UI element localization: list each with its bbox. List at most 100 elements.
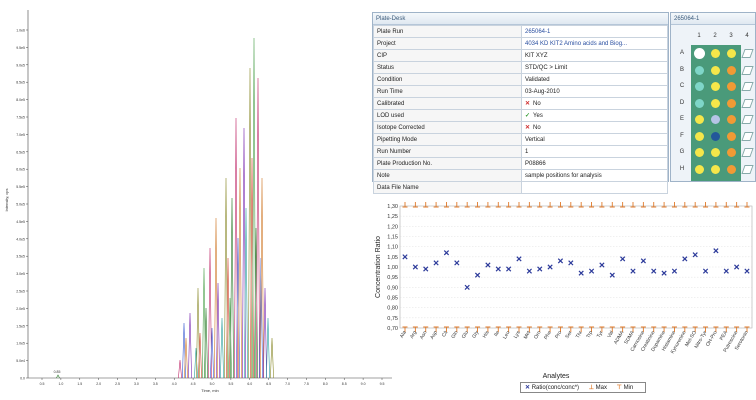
property-value: sample positions for analysis <box>521 169 668 182</box>
plate-property-row[interactable]: Plate Production No. P08866 <box>373 157 668 170</box>
property-value[interactable]: 265064-1 <box>521 25 668 38</box>
x-category-label: Ser <box>564 330 573 340</box>
plate-property-row[interactable]: Condition Validated <box>373 73 668 86</box>
plate-well[interactable] <box>711 98 720 108</box>
property-key: Run Time <box>373 85 522 98</box>
plate-property-row[interactable]: Data File Name <box>373 181 668 194</box>
plate-grid[interactable]: 1 2 3 4 A B C D E F G H <box>677 33 755 181</box>
x-tick-label: 6.0 <box>247 382 252 386</box>
x-category-label: Lys <box>513 330 522 340</box>
plate-well[interactable] <box>727 164 736 174</box>
plate-well-empty[interactable] <box>741 98 754 108</box>
chromatogram-peak <box>256 77 260 379</box>
plate-well[interactable] <box>711 131 720 141</box>
chromatogram-panel: 1.0e6 9.5e5 9.0e5 8.5e5 8.0e5 7.5e5 7.0e5 6.5e5… <box>0 0 395 400</box>
x-tick-label: 1.5 <box>77 382 82 386</box>
chromatogram-peak <box>202 267 206 379</box>
plate-well-empty[interactable] <box>741 131 754 141</box>
y-tick-label: 6.0e5 <box>16 168 25 172</box>
plate-map-title: 265064-1 <box>671 13 755 25</box>
plate-property-row[interactable]: Status STD/QC > Limit <box>373 61 668 74</box>
plate-well[interactable] <box>695 131 704 141</box>
x-category-label: Asp <box>429 330 439 341</box>
chromatogram-peak <box>188 312 192 379</box>
plate-well[interactable] <box>711 49 720 58</box>
y-tick-label: 0,75 <box>387 316 398 322</box>
plate-row-header: H <box>679 165 685 172</box>
y-tick-label: 8.5e5 <box>16 81 25 85</box>
plate-row-header: D <box>679 99 685 106</box>
x-category-label: Ile <box>493 330 501 338</box>
plate-property-row[interactable]: Note sample positions for analysis <box>373 169 668 182</box>
plate-well[interactable] <box>711 164 720 174</box>
plate-property-row[interactable]: Plate Run 265064-1 <box>373 25 668 38</box>
chromatogram-peak <box>230 197 234 379</box>
y-tick-label: 1,20 <box>387 224 398 230</box>
property-value-text: 03-Aug-2010 <box>525 88 560 95</box>
plate-well-empty[interactable] <box>741 164 754 174</box>
property-key: Run Number <box>373 145 522 158</box>
property-value-text: Vertical <box>525 136 545 143</box>
x-category-label: Met <box>523 329 533 340</box>
property-value-text: Validated <box>525 76 550 83</box>
y-tick-label: 1.0e5 <box>16 342 25 346</box>
plate-well[interactable] <box>727 131 736 141</box>
plate-well-empty[interactable] <box>741 49 754 58</box>
property-key: Isotope Corrected <box>373 121 522 134</box>
chromatogram-peak <box>220 317 224 379</box>
property-value-text: 1 <box>525 148 529 155</box>
plate-well[interactable] <box>695 82 704 91</box>
plate-well[interactable] <box>727 115 736 124</box>
plate-property-row[interactable]: Run Number 1 <box>373 145 668 158</box>
y-tick-label: 6.5e5 <box>16 150 25 154</box>
plate-row-header: F <box>680 132 684 139</box>
x-tick-label: 3.0 <box>134 382 139 386</box>
y-tick-label: 5.0e4 <box>16 359 25 363</box>
plate-well[interactable] <box>727 148 736 157</box>
chart-legend: ✕ Ratio(conc/conc*) ⊥ Max ⊤ Min <box>520 382 647 393</box>
y-tick-label: 1,15 <box>387 235 398 241</box>
x-tick-label: 4.0 <box>172 382 177 386</box>
plate-well[interactable] <box>711 82 720 91</box>
plate-well[interactable] <box>727 82 736 91</box>
property-value[interactable]: 4034 KD KIT2 Amino acids and Biog... <box>521 37 668 50</box>
concentration-ratio-chart: 1,30 1,25 1,20 1,15 1,10 1,05 1,00 0,95 0,90 0,85… <box>372 196 756 400</box>
plate-well[interactable] <box>727 65 736 75</box>
property-value-text: sample positions for analysis <box>525 172 602 179</box>
plate-well[interactable] <box>695 98 704 108</box>
x-tick-label: 1.0 <box>58 382 63 386</box>
plate-property-row[interactable]: LOD used ✓ Yes <box>373 109 668 122</box>
plate-well[interactable] <box>727 98 736 108</box>
property-key: LOD used <box>373 109 522 122</box>
plate-property-row[interactable]: Isotope Corrected ✕ No <box>373 121 668 134</box>
property-value: 03-Aug-2010 <box>521 85 668 98</box>
chromatogram-peak <box>266 317 270 379</box>
cross-icon: ✕ <box>525 101 531 107</box>
plate-well[interactable] <box>695 164 704 174</box>
plate-well[interactable] <box>695 148 704 157</box>
plate-well[interactable] <box>695 115 704 124</box>
plate-property-row[interactable]: Calibrated ✕ No <box>373 97 668 110</box>
y-tick-label: 1,25 <box>387 214 398 220</box>
plate-well-empty[interactable] <box>741 115 754 124</box>
plate-well[interactable] <box>711 115 720 124</box>
x-category-label: His <box>482 330 491 340</box>
legend-min: ⊤ Min <box>616 385 634 391</box>
plate-property-row[interactable]: Pipetting Mode Vertical <box>373 133 668 146</box>
plate-property-row[interactable]: CIP KIT XYZ <box>373 49 668 62</box>
plate-well-empty[interactable] <box>741 82 754 91</box>
property-key: Status <box>373 61 522 74</box>
plate-well[interactable] <box>711 148 720 157</box>
plate-property-row[interactable]: Run Time 03-Aug-2010 <box>373 85 668 98</box>
y-axis-label: Intensity, cps <box>4 188 9 211</box>
plate-property-row[interactable]: Project 4034 KD KIT2 Amino acids and Biog… <box>373 37 668 50</box>
plate-well[interactable] <box>695 49 704 58</box>
plate-well-empty[interactable] <box>741 65 754 75</box>
property-key: Note <box>373 169 522 182</box>
x-tick-label: 0.5 <box>40 382 45 386</box>
plate-well[interactable] <box>695 65 704 75</box>
y-tick-label: 3.5e5 <box>16 255 25 259</box>
plate-well[interactable] <box>727 49 736 58</box>
plate-well-empty[interactable] <box>741 148 754 157</box>
plate-well[interactable] <box>711 65 720 75</box>
